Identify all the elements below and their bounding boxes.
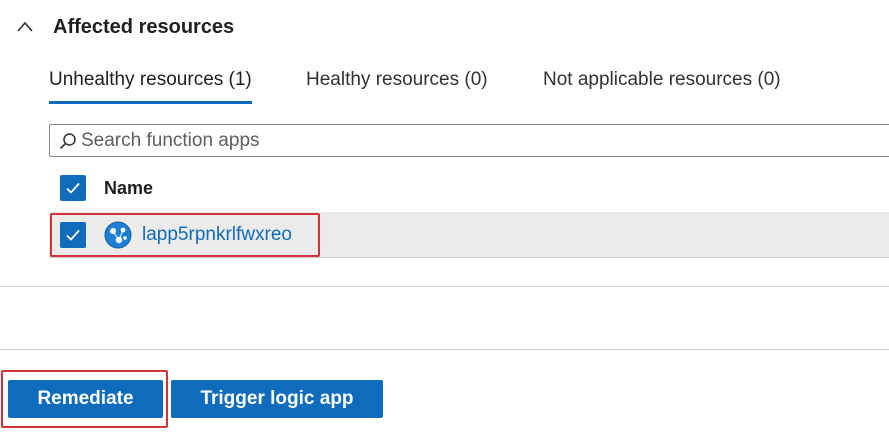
table-row-content: lapp5rpnkrlfwxreo	[60, 220, 292, 250]
affected-resources-toggle[interactable]: Affected resources	[14, 12, 234, 42]
chevron-up-icon	[14, 16, 36, 38]
search-icon	[57, 130, 79, 152]
select-all-checkbox[interactable]	[60, 175, 86, 201]
section-title: Affected resources	[53, 15, 235, 38]
tab-unhealthy-resources[interactable]: Unhealthy resources (1)	[49, 64, 252, 104]
function-app-icon	[104, 221, 132, 249]
search-input[interactable]	[79, 126, 781, 155]
resource-link[interactable]: lapp5rpnkrlfwxreo	[142, 224, 292, 246]
divider	[0, 286, 889, 287]
tab-not-applicable-resources[interactable]: Not applicable resources (0)	[543, 64, 781, 104]
row-checkbox[interactable]	[60, 222, 86, 248]
table-header: Name	[60, 172, 153, 204]
column-header-name: Name	[104, 177, 154, 198]
tab-healthy-resources[interactable]: Healthy resources (0)	[306, 64, 488, 104]
remediate-button[interactable]: Remediate	[8, 380, 163, 418]
trigger-logic-app-button[interactable]: Trigger logic app	[171, 380, 383, 418]
search-box[interactable]	[49, 124, 889, 157]
divider	[0, 349, 889, 350]
affected-resources-panel: Affected resources Unhealthy resources (…	[0, 0, 889, 432]
